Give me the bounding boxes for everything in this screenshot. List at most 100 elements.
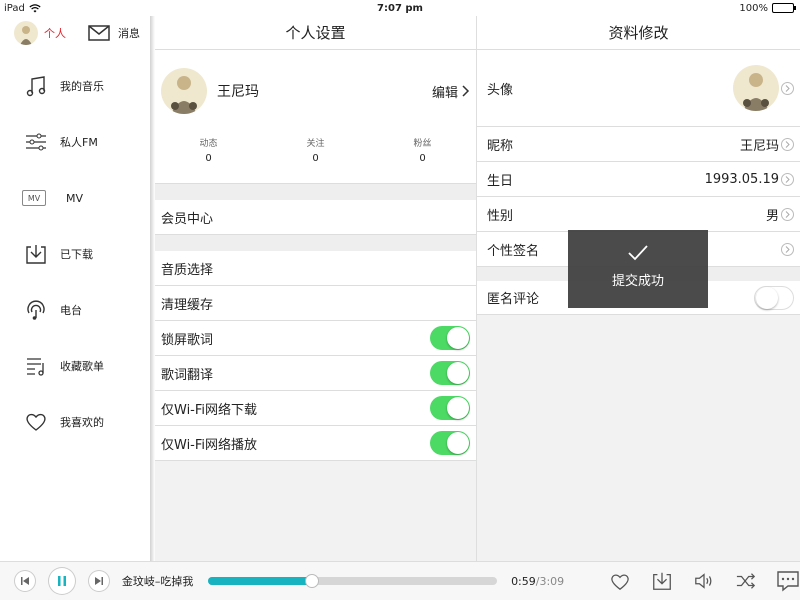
stat-following[interactable]: 关注 0 [262, 132, 369, 183]
pause-icon [57, 576, 66, 586]
stat-value: 0 [312, 153, 319, 164]
profile-row[interactable]: 王尼玛 编辑 [155, 50, 476, 132]
row-label: 个性签名 [487, 243, 540, 259]
total-time: /3:09 [535, 574, 565, 588]
success-toast: 提交成功 [568, 230, 708, 308]
birthday-row[interactable]: 生日 1993.05.19 [477, 162, 800, 197]
battery-icon [772, 3, 796, 13]
sidebar-item-label: 我喜欢的 [60, 416, 104, 429]
row-label: 生日 [487, 173, 514, 189]
lockscreen-lyrics-toggle[interactable] [430, 326, 470, 350]
stat-followers[interactable]: 粉丝 0 [369, 132, 476, 183]
wifi-play-row: 仅Wi-Fi网络播放 [155, 426, 476, 461]
clear-cache-row[interactable]: 清理缓存 [155, 286, 476, 321]
sidebar-item-radio[interactable]: 电台 [0, 282, 152, 338]
wifi-icon [29, 3, 41, 12]
comment-icon [777, 571, 799, 592]
edit-profile-button[interactable]: 编辑 [432, 82, 470, 101]
avatar[interactable] [14, 21, 38, 45]
next-icon [94, 577, 103, 585]
messages-button[interactable]: 消息 [88, 25, 140, 41]
avatar [733, 65, 779, 111]
row-label: 会员中心 [161, 211, 214, 227]
lyrics-translation-toggle[interactable] [430, 361, 470, 385]
row-label: 昵称 [487, 138, 514, 154]
device-label: iPad [4, 2, 25, 14]
progress-handle[interactable] [304, 574, 319, 588]
row-label: 头像 [487, 82, 514, 98]
sidebar-item-label: 我的音乐 [60, 80, 104, 93]
chevron-right-icon [781, 81, 794, 95]
sidebar-item-playlists[interactable]: 收藏歌单 [0, 338, 152, 394]
sidebar-item-label: 已下载 [60, 248, 93, 261]
shuffle-button[interactable] [734, 569, 758, 593]
speaker-icon [695, 573, 712, 589]
row-label: 歌词翻译 [161, 367, 214, 383]
sidebar-me-label[interactable]: 个人 [44, 25, 66, 41]
avatar-row[interactable]: 头像 [477, 50, 800, 127]
shuffle-icon [736, 573, 756, 589]
previous-icon [20, 577, 29, 585]
download-button[interactable] [650, 569, 674, 593]
sidebar-item-mv[interactable]: MV MV [0, 170, 152, 226]
profile-name: 王尼玛 [217, 84, 259, 100]
sidebar: 个人 消息 我的音乐 私人FM MV MV 已下载 电台 收藏歌单 我喜欢的 [0, 16, 152, 561]
chevron-right-icon [781, 172, 794, 186]
edit-label: 编辑 [431, 85, 458, 101]
stat-title: 动态 [199, 139, 218, 149]
sidebar-item-downloaded[interactable]: 已下载 [0, 226, 152, 282]
chevron-right-icon [462, 85, 470, 97]
sidebar-item-label: MV [66, 191, 84, 205]
anonymous-comment-toggle[interactable] [754, 285, 794, 310]
profile-stats: 动态 0 关注 0 粉丝 0 [155, 132, 476, 184]
row-label: 仅Wi-Fi网络播放 [161, 437, 258, 453]
nickname-value: 王尼玛 [739, 138, 779, 154]
mail-icon [88, 25, 110, 41]
volume-button[interactable] [692, 569, 716, 593]
avatar [161, 68, 207, 114]
wifi-download-toggle[interactable] [430, 396, 470, 420]
row-label: 音质选择 [161, 262, 214, 278]
previous-button[interactable] [14, 570, 36, 592]
nickname-row[interactable]: 昵称 王尼玛 [477, 127, 800, 162]
checkmark-icon [628, 245, 648, 261]
stat-posts[interactable]: 动态 0 [155, 132, 262, 183]
stat-title: 粉丝 [413, 139, 432, 149]
chevron-right-icon [781, 207, 794, 221]
sidebar-item-favorites[interactable]: 我喜欢的 [0, 394, 152, 450]
sidebar-item-label: 电台 [60, 304, 82, 317]
row-label: 匿名评论 [487, 292, 540, 307]
comments-button[interactable] [776, 569, 800, 593]
stat-value: 0 [419, 153, 426, 164]
quality-row[interactable]: 音质选择 [155, 251, 476, 286]
download-icon [26, 245, 46, 264]
chevron-right-icon [781, 242, 794, 256]
edit-title: 资料修改 [477, 16, 800, 50]
birthday-value: 1993.05.19 [704, 171, 779, 187]
vip-center-row[interactable]: 会员中心 [155, 200, 476, 235]
messages-label: 消息 [118, 27, 140, 40]
favorite-button[interactable] [608, 569, 632, 593]
settings-title: 个人设置 [155, 16, 476, 50]
toast-message: 提交成功 [611, 274, 664, 289]
playlist-icon [27, 358, 44, 376]
progress-slider[interactable] [207, 574, 498, 588]
sidebar-item-fm[interactable]: 私人FM [0, 114, 152, 170]
mv-icon: MV [22, 190, 46, 206]
section-gap [155, 235, 476, 251]
elapsed-time: 0:59 [511, 574, 536, 588]
radio-icon [27, 300, 45, 320]
next-button[interactable] [87, 570, 110, 592]
wifi-play-toggle[interactable] [430, 431, 470, 455]
track-title: 金玟岐–吃掉我 [121, 575, 194, 588]
player-bar: 金玟岐–吃掉我 0:59/3:09 [0, 561, 800, 600]
pause-button[interactable] [47, 567, 76, 595]
gender-row[interactable]: 性别 男 [477, 197, 800, 232]
lockscreen-lyrics-row: 锁屏歌词 [155, 321, 476, 356]
stat-title: 关注 [306, 139, 325, 149]
sidebar-item-my-music[interactable]: 我的音乐 [0, 58, 152, 114]
row-label: 清理缓存 [161, 297, 214, 313]
chevron-right-icon [781, 137, 794, 151]
time-display: 0:59/3:09 [511, 575, 564, 588]
sliders-icon [26, 133, 46, 151]
